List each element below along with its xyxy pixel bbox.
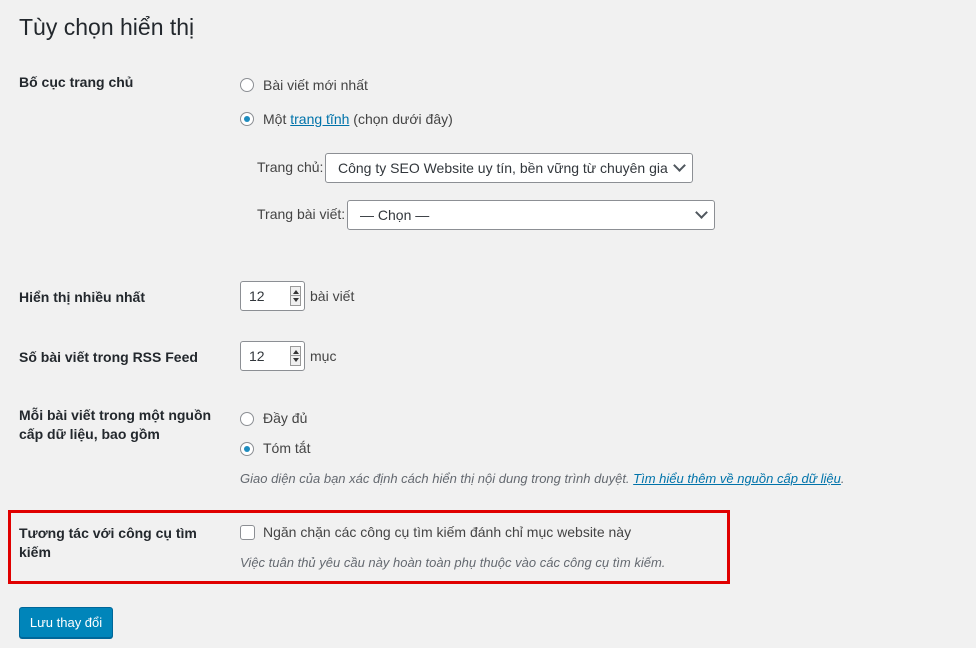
front-page-select[interactable]: Công ty SEO Website uy tín, bền vững từ … [325, 153, 693, 183]
radio-static-page-label: Một trang tĩnh (chọn dưới đây) [263, 110, 453, 129]
spinner-icon[interactable] [290, 286, 301, 306]
radio-latest-posts[interactable] [240, 78, 254, 92]
radio-feed-summary-label: Tóm tắt [263, 440, 311, 456]
posts-page-select[interactable]: — Chọn — [347, 200, 715, 230]
feed-learn-more-link[interactable]: Tìm hiểu thêm về nguồn cấp dữ liệu [633, 471, 841, 486]
save-changes-button[interactable]: Lưu thay đổi [19, 607, 113, 638]
radio-latest-posts-label: Bài viết mới nhất [263, 77, 368, 93]
radio-feed-summary[interactable] [240, 442, 254, 456]
posts-per-page-input[interactable]: 12 [240, 281, 305, 311]
static-page-link[interactable]: trang tĩnh [290, 111, 349, 127]
search-engine-label: Tương tác với công cụ tìm kiếm [19, 525, 197, 560]
discourage-search-checkbox[interactable] [240, 525, 255, 540]
feed-description-text: Giao diện của bạn xác định cách hiển thị… [240, 471, 630, 486]
spinner-icon[interactable] [290, 346, 301, 366]
homepage-layout-label: Bố cục trang chủ [19, 74, 134, 90]
static-suffix: (chọn dưới đây) [353, 111, 453, 127]
posts-per-page-value: 12 [249, 288, 265, 304]
front-page-label: Trang chủ: [257, 159, 324, 175]
feed-content-label: Mỗi bài viết trong một nguồn cấp dữ liệu… [19, 407, 212, 442]
search-engine-description: Việc tuân thủ yêu cầu này hoàn toàn phụ … [240, 555, 666, 570]
feed-description-end: . [840, 471, 845, 486]
posts-page-select-value: — Chọn — [360, 207, 430, 223]
rss-count-input[interactable]: 12 [240, 341, 305, 371]
posts-per-page-label: Hiển thị nhiều nhất [19, 289, 145, 305]
rss-count-label: Số bài viết trong RSS Feed [19, 349, 198, 365]
discourage-search-label: Ngăn chặn các công cụ tìm kiếm đánh chỉ … [263, 524, 632, 540]
posts-page-label: Trang bài viết: [257, 206, 346, 222]
page-title: Tùy chọn hiển thị [19, 14, 195, 40]
radio-feed-full[interactable] [240, 412, 254, 426]
radio-feed-full-label: Đầy đủ [263, 410, 308, 426]
chevron-down-icon [695, 206, 708, 219]
static-prefix: Một [263, 111, 287, 127]
front-page-select-value: Công ty SEO Website uy tín, bền vững từ … [338, 160, 668, 176]
posts-per-page-unit: bài viết [310, 288, 355, 304]
rss-count-value: 12 [249, 348, 265, 364]
rss-count-unit: mục [310, 348, 337, 364]
radio-static-page[interactable] [240, 112, 254, 126]
chevron-down-icon [673, 159, 686, 172]
feed-description: Giao diện của bạn xác định cách hiển thị… [240, 470, 845, 488]
